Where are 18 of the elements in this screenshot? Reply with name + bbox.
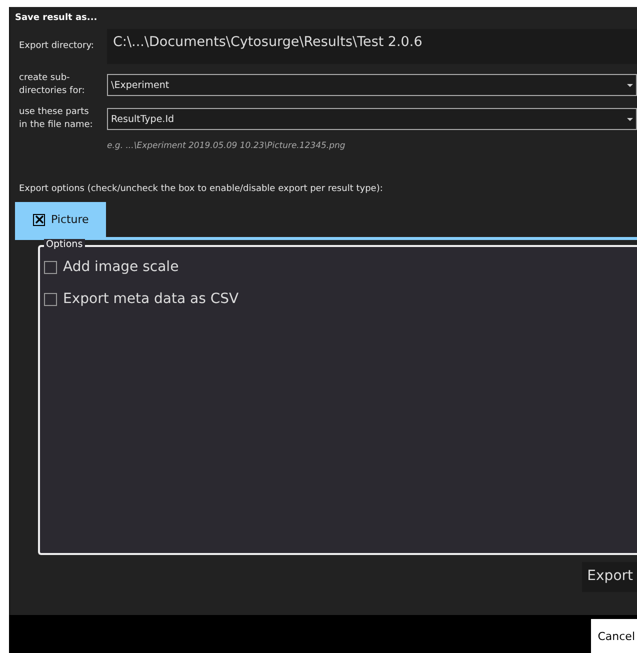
- example-text: e.g. ...\Experiment 2019.05.09 10.23\Picture.12345.png: [106, 140, 346, 151]
- export-button[interactable]: Export: [582, 562, 637, 592]
- group-title: Options: [44, 239, 85, 250]
- picture-tab[interactable]: Picture: [15, 202, 106, 237]
- checkbox[interactable]: [44, 260, 57, 274]
- dialog-title: Save result as...: [14, 12, 98, 25]
- export-options-label: Export options (check/uncheck the box to enable/disable export per result type):: [18, 183, 384, 194]
- option-label: Add image scale: [63, 259, 179, 275]
- subdirectory-dropdown[interactable]: \Experiment: [107, 74, 637, 96]
- directory-field[interactable]: C:\...\Documents\Cytosurge\Results\Test 2.0.6: [107, 29, 637, 64]
- cancel-button[interactable]: Cancel: [590, 619, 637, 653]
- field-label: use these parts in the file name:: [18, 106, 94, 132]
- file-name-dropdown[interactable]: ResultType.Id: [107, 108, 637, 130]
- checkbox[interactable]: [44, 292, 57, 306]
- checkbox[interactable]: [33, 214, 45, 226]
- option-label: Export meta data as CSV: [63, 291, 239, 307]
- field-label: create sub- directories for:: [18, 72, 86, 98]
- field-label: Export directory:: [18, 40, 95, 53]
